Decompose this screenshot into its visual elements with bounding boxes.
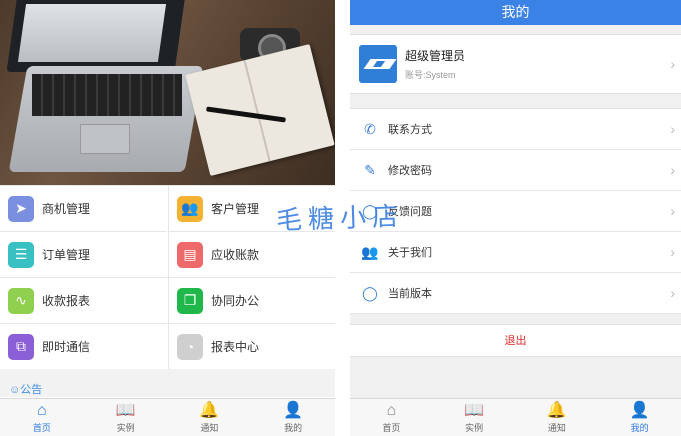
tab-label: 实例 xyxy=(116,422,135,433)
list-icon: ☰ xyxy=(8,241,34,268)
chevron-right-icon: › xyxy=(670,56,675,72)
grid-item-label: 客户管理 xyxy=(211,202,260,216)
grid-item-label: 商机管理 xyxy=(42,202,91,216)
user-icon: 👤 xyxy=(283,401,304,419)
tab-label: 我的 xyxy=(284,422,303,433)
notice-label: ☺公告 xyxy=(9,384,43,396)
profile-account: 账号:System xyxy=(405,70,456,80)
grid-item[interactable]: ∿ 收款报表 xyxy=(0,278,167,324)
home-icon: ⌂ xyxy=(386,401,397,419)
chevron-right-icon: › xyxy=(670,244,675,260)
edit-icon: ✎ xyxy=(364,161,376,178)
tab-label: 通知 xyxy=(200,422,219,433)
grid-item[interactable]: ◔ 报表中心 xyxy=(168,324,335,370)
bottom-tabbar: ⌂ 首页 📖 实例 🔔 通知 👤 我的 xyxy=(0,398,335,436)
grid-item-label: 协同办公 xyxy=(211,294,260,308)
pie-chart-icon: ◔ xyxy=(177,333,203,360)
logout-button[interactable]: 退出 xyxy=(350,324,681,357)
grid-item[interactable]: ➤ 商机管理 xyxy=(0,186,167,232)
money-icon: ▤ xyxy=(177,241,203,268)
notice-bar[interactable]: ☺公告 xyxy=(0,369,335,397)
bottom-tabbar: ⌂ 首页 📖 实例 🔔 通知 👤 我的 xyxy=(350,398,681,436)
grid-item[interactable]: ▤ 应收账款 xyxy=(168,232,335,278)
tab-0[interactable]: ⌂ 首页 xyxy=(0,399,84,436)
grid-item[interactable]: ❐ 协同办公 xyxy=(168,278,335,324)
menu-item-label: 联系方式 xyxy=(388,124,432,136)
bell-icon: 🔔 xyxy=(199,401,220,419)
user-icon: 👤 xyxy=(629,401,650,419)
grid-item-label: 即时通信 xyxy=(42,340,91,354)
grid-item[interactable]: ⧉ 即时通信 xyxy=(0,324,167,370)
book-icon: 📖 xyxy=(464,401,485,419)
menu-item[interactable]: 👥 关于我们 › xyxy=(350,232,681,273)
menu-item-label: 修改密码 xyxy=(388,165,432,177)
avatar-logo xyxy=(359,45,397,83)
tab-label: 我的 xyxy=(630,422,649,433)
laptop-trackpad xyxy=(80,124,130,154)
watermark-text: 毛糖小店 xyxy=(275,201,405,237)
copy-icon: ❐ xyxy=(177,287,203,314)
tab-label: 通知 xyxy=(547,422,566,433)
chevron-right-icon: › xyxy=(670,285,675,301)
grid-item-label: 收款报表 xyxy=(42,294,91,308)
tab-3[interactable]: 👤 我的 xyxy=(598,399,681,436)
grid-item[interactable]: ☰ 订单管理 xyxy=(0,232,167,278)
tab-label: 实例 xyxy=(465,422,484,433)
book-icon: 📖 xyxy=(115,401,136,419)
phone-icon: ✆ xyxy=(364,120,376,137)
menu-item-label: 关于我们 xyxy=(388,247,432,259)
profile-card[interactable]: 超级管理员 账号:System › xyxy=(350,34,681,94)
menu-item-label: 当前版本 xyxy=(388,288,432,300)
grid-item-label: 订单管理 xyxy=(42,248,91,262)
laptop-screen xyxy=(6,0,186,72)
grid-item-label: 报表中心 xyxy=(211,340,260,354)
chevron-right-icon: › xyxy=(670,203,675,219)
menu-item[interactable]: ✆ 联系方式 › xyxy=(350,109,681,150)
tab-1[interactable]: 📖 实例 xyxy=(433,399,516,436)
group-icon: 👥 xyxy=(177,195,203,222)
tab-2[interactable]: 🔔 通知 xyxy=(168,399,252,436)
home-icon: ⌂ xyxy=(37,401,47,419)
chevron-right-icon: › xyxy=(670,162,675,178)
tab-3[interactable]: 👤 我的 xyxy=(251,399,335,436)
page-title: 我的 xyxy=(350,0,681,25)
tab-0[interactable]: ⌂ 首页 xyxy=(350,399,433,436)
menu-item[interactable]: ✎ 修改密码 › xyxy=(350,150,681,191)
tab-2[interactable]: 🔔 通知 xyxy=(516,399,599,436)
pulse-icon: ∿ xyxy=(8,287,34,314)
profile-name: 超级管理员 xyxy=(405,49,466,63)
app-screenshot: ➤ 商机管理 👥 客户管理 ☰ 订单管理 ▤ 应收账款 ∿ 收款报表 ❐ 协同办公 ⧉ 即时通信 ◔ 报表中心… xyxy=(0,0,681,436)
paper-plane-icon: ➤ xyxy=(8,195,34,222)
team-icon: 👥 xyxy=(361,243,379,260)
chat-icon: ⧉ xyxy=(8,333,34,360)
message-icon: ◯ xyxy=(362,284,378,301)
chevron-right-icon: › xyxy=(670,121,675,137)
hero-banner-image xyxy=(0,0,335,185)
grid-item-label: 应收账款 xyxy=(211,248,260,262)
tab-1[interactable]: 📖 实例 xyxy=(84,399,168,436)
laptop-keyboard xyxy=(32,74,182,116)
tab-label: 首页 xyxy=(32,422,51,433)
bell-icon: 🔔 xyxy=(546,401,567,419)
menu-item[interactable]: ◯ 当前版本 › xyxy=(350,273,681,314)
tab-label: 首页 xyxy=(382,422,401,433)
